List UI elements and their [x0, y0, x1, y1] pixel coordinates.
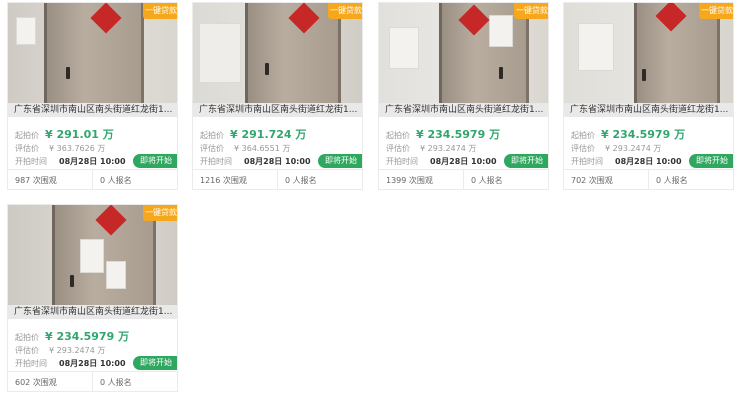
- listing-address[interactable]: 广东省深圳市南山区南头街道红龙街1...: [379, 103, 548, 117]
- signup-count: 0 人报名: [100, 176, 132, 185]
- view-count: 1216 次围观: [200, 176, 247, 185]
- listing-address[interactable]: 广东省深圳市南山区南头街道红龙街1...: [564, 103, 733, 117]
- start-time-label: 开拍时间: [386, 157, 418, 166]
- listing-photo[interactable]: 一键贷款: [379, 3, 548, 103]
- loan-badge: 一键贷款: [143, 3, 177, 19]
- estimate-label: 评估价: [15, 144, 39, 153]
- estimate-label: 评估价: [15, 346, 39, 355]
- starting-soon-badge: 即将开始: [133, 154, 177, 168]
- signup-count: 0 人报名: [285, 176, 317, 185]
- start-time: 08月28日 10:00: [244, 157, 311, 166]
- signup-count: 0 人报名: [100, 378, 132, 387]
- loan-badge: 一键贷款: [143, 205, 177, 221]
- listing-photo[interactable]: 一键贷款: [193, 3, 362, 103]
- listing-address[interactable]: 广东省深圳市南山区南头街道红龙街1...: [193, 103, 362, 117]
- start-time: 08月28日 10:00: [615, 157, 682, 166]
- signup-count: 0 人报名: [656, 176, 688, 185]
- estimate-label: 评估价: [200, 144, 224, 153]
- start-price-label: 起拍价: [15, 333, 39, 342]
- start-price: ¥ 291.01 万: [45, 128, 114, 141]
- start-time-label: 开拍时间: [15, 359, 47, 368]
- listing-address[interactable]: 广东省深圳市南山区南头街道红龙街1...: [8, 103, 177, 117]
- divider: [277, 170, 278, 189]
- start-price: ¥ 234.5979 万: [45, 330, 130, 343]
- view-count: 1399 次围观: [386, 176, 433, 185]
- estimate-price: ¥ 363.7626 万: [49, 144, 106, 153]
- start-price-label: 起拍价: [15, 131, 39, 140]
- divider: [648, 170, 649, 189]
- divider: [92, 170, 93, 189]
- estimate-label: 评估价: [571, 144, 595, 153]
- start-price-label: 起拍价: [386, 131, 410, 140]
- view-count: 602 次围观: [15, 378, 57, 387]
- start-price-label: 起拍价: [200, 131, 224, 140]
- start-price: ¥ 234.5979 万: [601, 128, 686, 141]
- listing-photo[interactable]: 一键贷款: [8, 3, 177, 103]
- estimate-price: ¥ 293.2474 万: [605, 144, 662, 153]
- start-time: 08月28日 10:00: [430, 157, 497, 166]
- start-time-label: 开拍时间: [571, 157, 603, 166]
- listing-photo[interactable]: 一键贷款: [564, 3, 733, 103]
- start-price: ¥ 234.5979 万: [416, 128, 501, 141]
- estimate-price: ¥ 293.2474 万: [420, 144, 477, 153]
- starting-soon-badge: 即将开始: [318, 154, 362, 168]
- start-time: 08月28日 10:00: [59, 359, 126, 368]
- divider: [92, 372, 93, 391]
- loan-badge: 一键贷款: [328, 3, 362, 19]
- starting-soon-badge: 即将开始: [689, 154, 733, 168]
- start-price-label: 起拍价: [571, 131, 595, 140]
- start-time-label: 开拍时间: [200, 157, 232, 166]
- start-time: 08月28日 10:00: [59, 157, 126, 166]
- signup-count: 0 人报名: [471, 176, 503, 185]
- loan-badge: 一键贷款: [699, 3, 733, 19]
- loan-badge: 一键贷款: [514, 3, 548, 19]
- estimate-price: ¥ 364.6551 万: [234, 144, 291, 153]
- starting-soon-badge: 即将开始: [504, 154, 548, 168]
- listing-card[interactable]: 一键贷款 广东省深圳市南山区南头街道红龙街1... 起拍价 ¥ 291.01 万 …: [7, 2, 178, 190]
- listing-photo[interactable]: 一键贷款: [8, 205, 177, 305]
- divider: [463, 170, 464, 189]
- estimate-price: ¥ 293.2474 万: [49, 346, 106, 355]
- starting-soon-badge: 即将开始: [133, 356, 177, 370]
- listing-card[interactable]: 一键贷款 广东省深圳市南山区南头街道红龙街1... 起拍价 ¥ 291.724 万…: [192, 2, 363, 190]
- listing-address[interactable]: 广东省深圳市南山区南头街道红龙街1...: [8, 305, 177, 319]
- listing-card[interactable]: 一键贷款 广东省深圳市南山区南头街道红龙街1... 起拍价 ¥ 234.5979 …: [378, 2, 549, 190]
- view-count: 702 次围观: [571, 176, 613, 185]
- estimate-label: 评估价: [386, 144, 410, 153]
- listing-card[interactable]: 一键贷款 广东省深圳市南山区南头街道红龙街1... 起拍价 ¥ 234.5979 …: [7, 204, 178, 392]
- listing-card[interactable]: 一键贷款 广东省深圳市南山区南头街道红龙街1... 起拍价 ¥ 234.5979 …: [563, 2, 734, 190]
- view-count: 987 次围观: [15, 176, 57, 185]
- start-price: ¥ 291.724 万: [230, 128, 307, 141]
- start-time-label: 开拍时间: [15, 157, 47, 166]
